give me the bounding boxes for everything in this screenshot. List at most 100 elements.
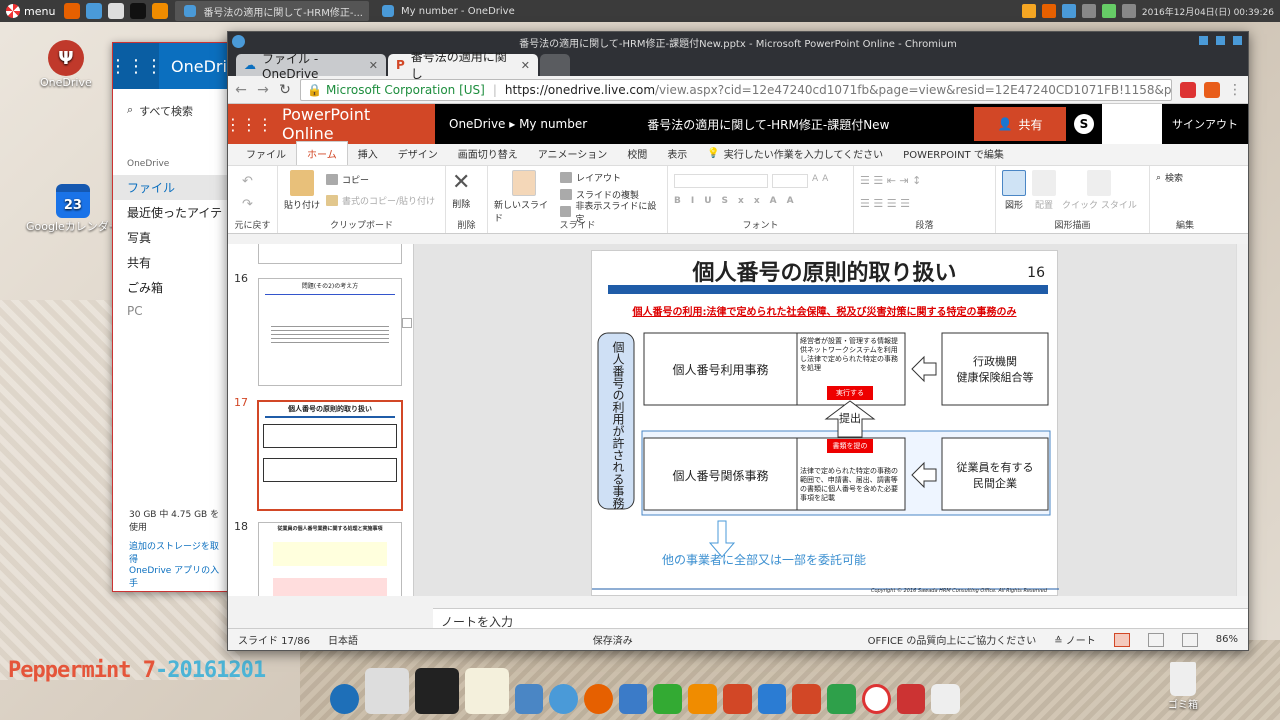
firefox-icon[interactable] xyxy=(584,684,613,714)
office-icon[interactable] xyxy=(1204,81,1220,98)
underline-icon[interactable]: U xyxy=(704,196,711,206)
strike-icon[interactable]: S xyxy=(722,196,728,206)
desktop-icon-onedrive[interactable]: Ψ OneDrive xyxy=(40,40,92,89)
trash-dock-icon[interactable] xyxy=(931,684,961,714)
nav-item-recycle[interactable]: ごみ箱 xyxy=(113,275,241,300)
current-slide[interactable]: 個人番号の原則的取り扱い 16 個人番号の利用:法律で定められた社会保障、税及び… xyxy=(591,250,1059,596)
signout-link[interactable]: サインアウト xyxy=(1162,116,1248,132)
product-name[interactable]: PowerPoint Online xyxy=(270,104,435,144)
zoom-level[interactable]: 86% xyxy=(1216,634,1238,645)
vlc-icon[interactable] xyxy=(152,3,169,19)
tab-file[interactable]: ファイル xyxy=(236,142,296,165)
tab-home[interactable]: ホーム xyxy=(296,141,348,165)
download-icon[interactable] xyxy=(896,684,926,714)
adblock-icon[interactable] xyxy=(1180,81,1196,98)
weather-icon[interactable] xyxy=(1021,4,1036,18)
onedrive-search[interactable]: ⌕ すべて検索 xyxy=(113,89,241,133)
superscript-icon[interactable]: x xyxy=(754,196,760,206)
firefox-icon[interactable] xyxy=(64,3,81,19)
tab-onedrive[interactable]: ☁ ファイル - OneDrive ✕ xyxy=(236,52,386,81)
files-icon[interactable] xyxy=(108,3,125,19)
app-launcher-icon[interactable]: ⋮⋮⋮ xyxy=(109,43,163,89)
anchor-icon[interactable] xyxy=(329,684,359,714)
tab-transitions[interactable]: 画面切り替え xyxy=(448,142,528,165)
shrink-font-icon[interactable]: A xyxy=(822,174,828,188)
close-button[interactable] xyxy=(1233,36,1242,45)
desktop-icon-trash[interactable]: ゴミ箱 xyxy=(1168,662,1198,711)
screenshot-icon[interactable] xyxy=(364,668,409,714)
terminal-icon[interactable] xyxy=(130,3,147,19)
document-title[interactable]: 番号法の適用に関して-HRM修正-課題付New xyxy=(647,116,889,133)
tab-pptx[interactable]: P 番号法の適用に関し ✕ xyxy=(388,50,538,81)
close-tab-icon[interactable]: ✕ xyxy=(369,59,378,72)
notes-field[interactable]: ノートを入力 xyxy=(433,608,1248,629)
peppermint-icon[interactable] xyxy=(861,684,891,714)
network-icon[interactable] xyxy=(1081,4,1096,18)
terminal-icon[interactable] xyxy=(414,668,459,714)
tab-animations[interactable]: アニメーション xyxy=(528,142,618,165)
chromium-icon[interactable] xyxy=(549,684,579,714)
slide-thumbnail[interactable]: 問題(その2)の考え方 xyxy=(258,278,402,386)
language[interactable]: 日本語 xyxy=(328,632,358,647)
layout-button[interactable]: レイアウト xyxy=(560,170,661,185)
normal-view-button[interactable] xyxy=(1113,632,1130,647)
app-launcher-icon[interactable]: ⋮⋮⋮ xyxy=(225,104,273,144)
copy-button[interactable]: コピー xyxy=(326,172,435,187)
back-icon[interactable]: ← xyxy=(234,82,248,98)
window-titlebar[interactable]: 番号法の適用に関して-HRM修正-課題付New.pptx - Microsoft… xyxy=(228,32,1248,52)
clear-format-icon[interactable]: A xyxy=(770,196,777,206)
undo-icon[interactable]: ↶ xyxy=(242,174,253,189)
subscript-icon[interactable]: x xyxy=(738,196,744,206)
notes-toggle[interactable]: ≙ ノート xyxy=(1054,632,1096,647)
share-button[interactable]: 👤 共有 xyxy=(974,107,1066,141)
volume-icon[interactable] xyxy=(1121,4,1136,18)
minimize-button[interactable] xyxy=(1199,36,1208,45)
font-color-icon[interactable]: A xyxy=(787,196,794,206)
menu-icon[interactable]: ⋮ xyxy=(1228,82,1242,98)
close-tab-icon[interactable]: ✕ xyxy=(521,59,530,72)
get-storage-link[interactable]: 追加のストレージを取得 xyxy=(113,539,241,565)
skype-button[interactable]: S xyxy=(1066,104,1102,144)
clock[interactable]: 2016年12月04日(日) 00:39:26 xyxy=(1142,5,1274,18)
tell-me-box[interactable]: 💡 実行したい作業を入力してください xyxy=(697,142,893,165)
format-painter-button[interactable]: 書式のコピー/貼り付け xyxy=(326,193,435,208)
font-size-field[interactable] xyxy=(772,174,808,188)
start-menu-button[interactable]: menu xyxy=(0,0,61,22)
tab-insert[interactable]: 挿入 xyxy=(348,142,388,165)
nav-item-photos[interactable]: 写真 xyxy=(113,225,241,250)
mail-icon[interactable] xyxy=(618,684,648,714)
music-icon[interactable] xyxy=(653,684,683,714)
tab-design[interactable]: デザイン xyxy=(388,142,448,165)
feedback-link[interactable]: OFFICE の品質向上にご協力ください xyxy=(868,632,1037,647)
redo-icon[interactable]: ↷ xyxy=(242,197,253,212)
get-apps-link[interactable]: OneDrive アプリの入手 xyxy=(113,563,241,589)
nav-item-shared[interactable]: 共有 xyxy=(113,250,241,275)
nav-item-recent[interactable]: 最近使ったアイテ xyxy=(113,200,241,225)
slideshow-button[interactable] xyxy=(1181,632,1198,647)
text-editor-icon[interactable] xyxy=(464,668,509,714)
new-tab-button[interactable] xyxy=(540,54,570,76)
maximize-button[interactable] xyxy=(1216,36,1225,45)
slide-thumbnail[interactable] xyxy=(258,244,402,264)
italic-icon[interactable]: I xyxy=(691,196,694,206)
tab-review[interactable]: 校閲 xyxy=(617,142,657,165)
reading-view-button[interactable] xyxy=(1147,632,1164,647)
slide-thumbnail-selected[interactable]: 個人番号の原則的取り扱い xyxy=(257,400,403,511)
reload-icon[interactable]: ↻ xyxy=(278,82,292,98)
font-name-field[interactable] xyxy=(674,174,768,188)
nav-item-pc[interactable]: PC xyxy=(113,300,241,322)
writer-icon[interactable] xyxy=(757,684,787,714)
slide-thumbnail[interactable]: 従業員の個人番号業務に関する処理と実施事項 xyxy=(258,522,402,596)
task-pptx[interactable]: 番号法の適用に関して-HRM修正-... xyxy=(175,1,369,21)
tab-view[interactable]: 表示 xyxy=(657,142,697,165)
calc-icon[interactable] xyxy=(826,684,856,714)
forward-icon[interactable]: → xyxy=(256,82,270,98)
shield-icon[interactable] xyxy=(1101,4,1116,18)
vlc-icon[interactable] xyxy=(688,684,717,714)
grow-font-icon[interactable]: A xyxy=(812,174,818,188)
desktop-icon-gcal[interactable]: 23 Googleカレンダー xyxy=(26,184,120,234)
breadcrumb[interactable]: OneDrive ▸ My number xyxy=(435,117,587,131)
vertical-scrollbar[interactable] xyxy=(1236,244,1248,596)
chromium-icon[interactable] xyxy=(86,3,103,19)
chromium-icon[interactable] xyxy=(1061,4,1076,18)
